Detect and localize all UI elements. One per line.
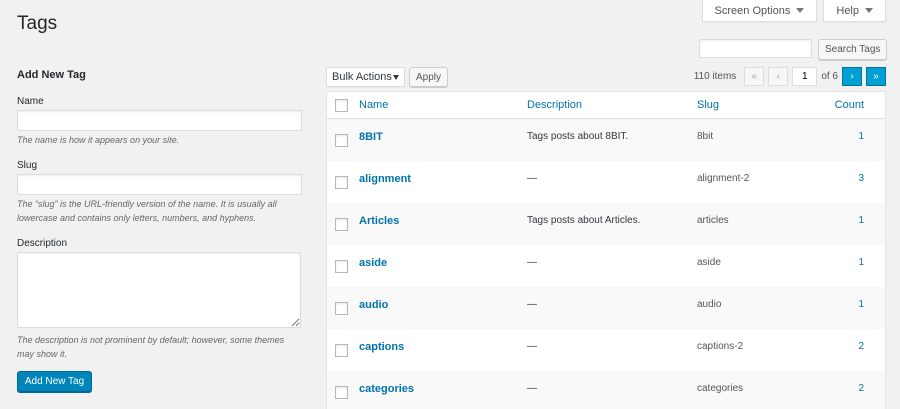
tag-description: Tags posts about Articles. — [527, 215, 641, 226]
current-page-input[interactable] — [792, 67, 818, 86]
tag-slug: 8bit — [697, 131, 714, 142]
tag-slug: aside — [697, 257, 721, 268]
help-label: Help — [836, 4, 859, 17]
row-checkbox[interactable] — [335, 260, 348, 273]
next-page-button[interactable]: › — [842, 67, 862, 86]
row-checkbox[interactable] — [335, 386, 348, 399]
row-checkbox[interactable] — [335, 218, 348, 231]
table-row: categories — categories 2 — [327, 371, 885, 409]
table-row: alignment — alignment-2 3 — [327, 161, 885, 203]
tag-slug: audio — [697, 299, 722, 310]
tag-description: — — [527, 173, 537, 184]
column-header-slug[interactable]: Slug — [697, 99, 719, 111]
tags-page: Tags Screen Options Help Add New Tag Nam… — [0, 0, 900, 409]
tag-count-link[interactable]: 1 — [858, 131, 864, 142]
pagination: 110 items « ‹ of 6 › » — [694, 67, 886, 86]
page-title: Tags — [17, 13, 58, 34]
name-help-text: The name is how it appears on your site. — [17, 135, 180, 145]
tag-name-input[interactable] — [17, 110, 302, 131]
add-new-tag-button[interactable]: Add New Tag — [17, 371, 92, 392]
tag-name-link[interactable]: categories — [359, 383, 414, 395]
select-arrow-icon — [393, 75, 399, 80]
column-header-count[interactable]: Count — [835, 99, 864, 111]
tag-name-link[interactable]: captions — [359, 341, 404, 353]
table-row: audio — audio 1 — [327, 287, 885, 329]
search-tags-button[interactable]: Search Tags — [818, 39, 888, 60]
add-tag-heading: Add New Tag — [17, 69, 86, 81]
last-page-button[interactable]: » — [866, 67, 886, 86]
name-label: Name — [17, 96, 44, 107]
row-checkbox[interactable] — [335, 176, 348, 189]
tag-count-link[interactable]: 3 — [858, 173, 864, 184]
column-header-description[interactable]: Description — [527, 99, 582, 111]
table-row: Articles Tags posts about Articles. arti… — [327, 203, 885, 245]
help-button[interactable]: Help — [823, 0, 886, 22]
tag-count-link[interactable]: 2 — [858, 383, 864, 394]
tag-slug: alignment-2 — [697, 173, 750, 184]
slug-help-text: The “slug” is the URL-friendly version o… — [17, 199, 277, 223]
select-all-checkbox[interactable] — [335, 99, 348, 112]
caret-down-icon — [865, 8, 873, 13]
description-help-text: The description is not prominent by defa… — [17, 335, 285, 359]
tag-count-link[interactable]: 2 — [858, 341, 864, 352]
tag-slug: captions-2 — [697, 341, 744, 352]
row-checkbox[interactable] — [335, 134, 348, 147]
screen-options-button[interactable]: Screen Options — [701, 0, 818, 22]
bulk-actions-value: Bulk Actions — [332, 71, 392, 83]
tags-table: Name Description Slug Count 8BIT Tags po… — [326, 91, 886, 409]
total-pages: of 6 — [821, 71, 838, 82]
tag-count-link[interactable]: 1 — [858, 215, 864, 226]
tag-description: — — [527, 341, 537, 352]
row-checkbox[interactable] — [335, 344, 348, 357]
apply-button[interactable]: Apply — [409, 67, 449, 87]
screen-options-label: Screen Options — [714, 4, 791, 17]
screen-meta-links: Screen Options Help — [701, 0, 886, 22]
tag-slug: articles — [697, 215, 729, 226]
items-count: 110 items — [693, 71, 737, 82]
tag-count-link[interactable]: 1 — [858, 257, 864, 268]
previous-page-button: ‹ — [768, 67, 789, 86]
description-label: Description — [17, 238, 68, 249]
slug-label: Slug — [17, 160, 38, 171]
tag-description: — — [527, 299, 537, 310]
tag-description: — — [527, 383, 537, 394]
first-page-button: « — [744, 67, 765, 86]
table-row: captions — captions-2 2 — [327, 329, 885, 371]
column-header-name[interactable]: Name — [359, 99, 388, 111]
table-header: Name Description Slug Count — [327, 92, 885, 119]
caret-down-icon — [796, 8, 805, 13]
tag-count-link[interactable]: 1 — [858, 299, 864, 310]
row-checkbox[interactable] — [335, 302, 348, 315]
tag-name-link[interactable]: aside — [359, 257, 387, 269]
tag-name-link[interactable]: 8BIT — [359, 131, 383, 143]
bulk-actions-select[interactable]: Bulk Actions — [326, 67, 405, 87]
table-row: 8BIT Tags posts about 8BIT. 8bit 1 — [327, 119, 885, 161]
tag-name-link[interactable]: audio — [359, 299, 388, 311]
tag-description: — — [527, 257, 537, 268]
tag-name-link[interactable]: Articles — [359, 215, 399, 227]
table-row: aside — aside 1 — [327, 245, 885, 287]
tag-description: Tags posts about 8BIT. — [527, 131, 629, 142]
tag-slug-input[interactable] — [17, 174, 302, 195]
search-input[interactable] — [699, 39, 812, 58]
tag-slug: categories — [697, 383, 744, 394]
tag-name-link[interactable]: alignment — [359, 173, 411, 185]
tag-description-textarea[interactable] — [17, 252, 301, 328]
